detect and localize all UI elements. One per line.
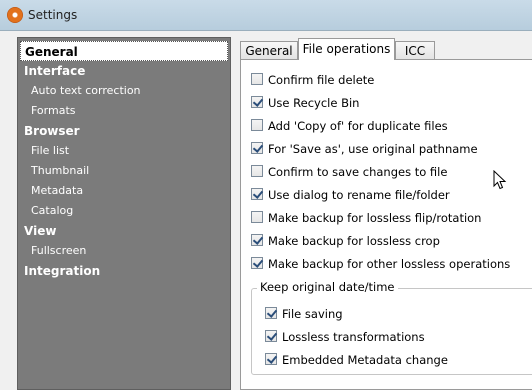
checkbox-checked[interactable] [251, 234, 263, 246]
sidebar-item-formats[interactable]: Formats [20, 101, 228, 121]
checkbox-checked[interactable] [265, 353, 277, 365]
checkbox-unchecked[interactable] [251, 165, 263, 177]
group-label: Keep original date/time [257, 280, 398, 294]
checkbox-unchecked[interactable] [251, 73, 263, 85]
sidebar-item-integration[interactable]: Integration [20, 261, 228, 281]
sidebar-item-general[interactable]: General [20, 41, 228, 61]
window-title: Settings [28, 8, 78, 22]
checkbox-checked[interactable] [265, 307, 277, 319]
sidebar-item-auto-text-correction[interactable]: Auto text correction [20, 81, 228, 101]
sidebar-item-metadata[interactable]: Metadata [20, 181, 228, 201]
checkbox-checked[interactable] [251, 142, 263, 154]
sidebar-item-view[interactable]: View [20, 221, 228, 241]
checkbox-checked[interactable] [251, 257, 263, 269]
sidebar-item-catalog[interactable]: Catalog [20, 201, 228, 221]
checkbox-checked[interactable] [251, 96, 263, 108]
checkbox-unchecked[interactable] [251, 119, 263, 131]
keep-date-time-group: Keep original date/time File saving Loss… [251, 280, 532, 375]
title-bar: Settings [0, 0, 532, 31]
settings-category-list: General Interface Auto text correction F… [17, 37, 231, 390]
tab-icc[interactable]: ICC [395, 41, 435, 59]
sidebar-item-browser[interactable]: Browser [20, 121, 228, 141]
sidebar-item-interface[interactable]: Interface [20, 61, 228, 81]
checkbox-checked[interactable] [265, 330, 277, 342]
sidebar-item-fullscreen[interactable]: Fullscreen [20, 241, 228, 261]
app-icon[interactable] [7, 7, 23, 23]
checkbox-checked[interactable] [251, 188, 263, 200]
file-operations-panel: Confirm file delete Use Recycle Bin Add … [240, 59, 532, 390]
checkbox-unchecked[interactable] [251, 211, 263, 223]
tab-general[interactable]: General [240, 41, 298, 59]
mouse-cursor-icon [493, 170, 507, 190]
tab-file-operations[interactable]: File operations [298, 38, 395, 60]
sidebar-item-file-list[interactable]: File list [20, 141, 228, 161]
sidebar-item-thumbnail[interactable]: Thumbnail [20, 161, 228, 181]
settings-window-body: General Interface Auto text correction F… [0, 31, 532, 390]
